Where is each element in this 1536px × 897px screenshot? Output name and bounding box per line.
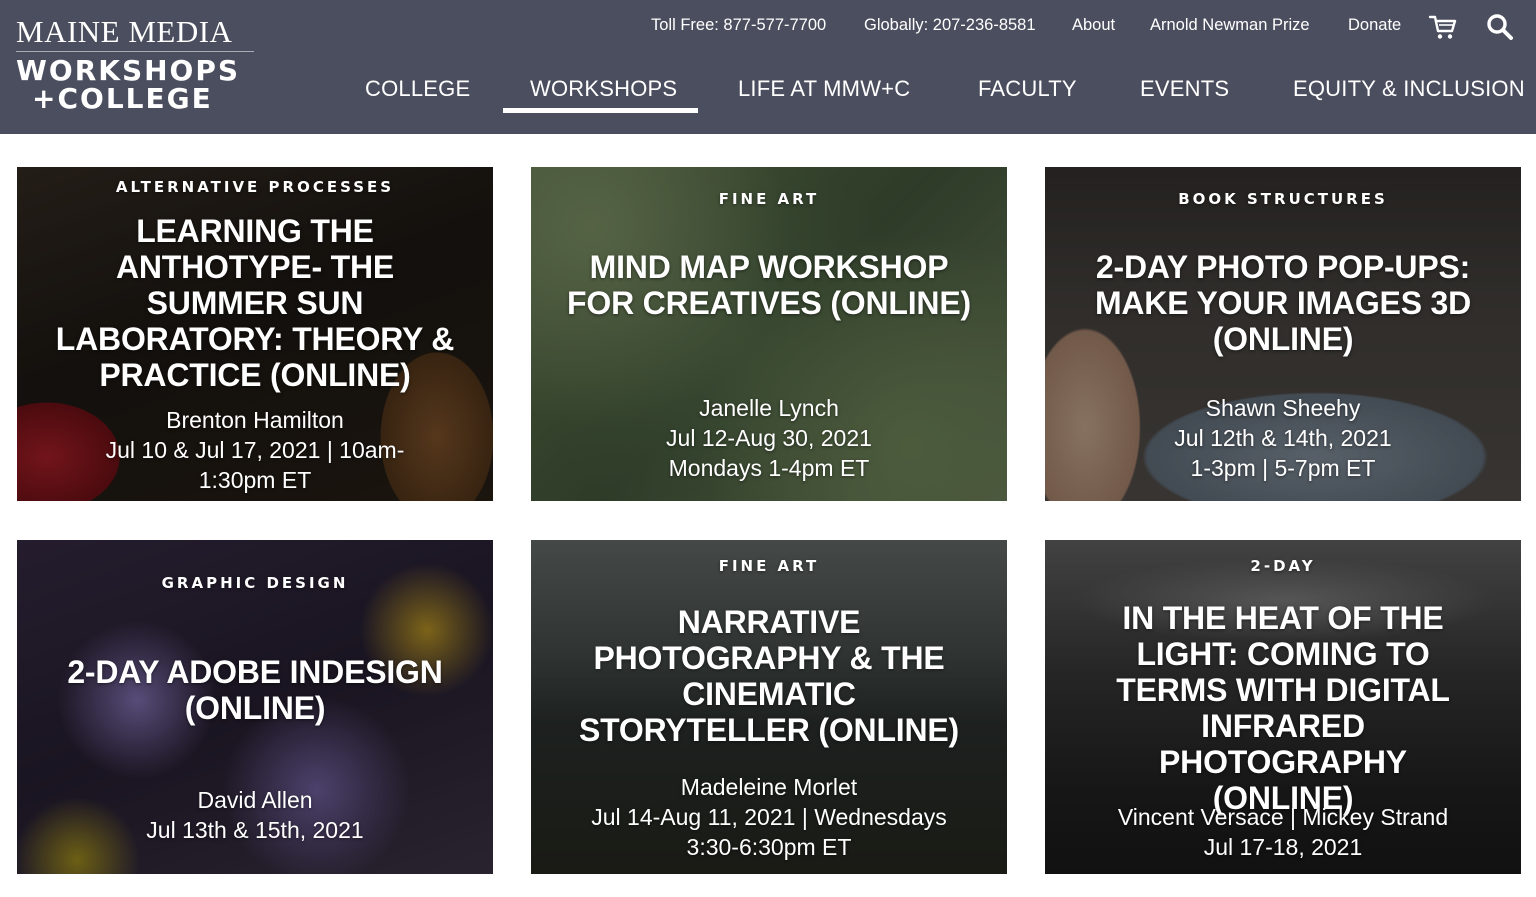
card-instructor: Madeleine Morlet: [680, 774, 858, 800]
card-category: GRAPHIC DESIGN: [161, 574, 349, 592]
card-instructor: Janelle Lynch: [699, 395, 839, 421]
nav-events[interactable]: EVENTS: [1140, 76, 1229, 106]
card-dates: Jul 12-Aug 30, 2021: [666, 425, 872, 451]
nav-college[interactable]: COLLEGE: [365, 76, 470, 106]
arnold-newman-prize-link[interactable]: Arnold Newman Prize: [1150, 16, 1310, 38]
card-instructor: Brenton Hamilton: [166, 407, 344, 433]
workshop-card-anthotype[interactable]: ALTERNATIVE PROCESSES LEARNING THE ANTHO…: [17, 167, 493, 501]
card-dates: Jul 10 & Jul 17, 2021 | 10am-1:30pm ET: [105, 437, 405, 493]
card-title: MIND MAP WORKSHOP FOR CREATIVES (ONLINE): [567, 249, 971, 321]
logo-line-maine-media: MAINE MEDIA: [16, 14, 233, 49]
site-header: MAINE MEDIA WORKSHOPS +COLLEGE Toll Free…: [0, 0, 1536, 134]
card-category: FINE ART: [718, 190, 820, 208]
workshop-card-photo-pop-ups[interactable]: BOOK STRUCTURES 2-DAY PHOTO POP-UPS: MAK…: [1045, 167, 1521, 501]
card-instructors: Vincent Versace | Mickey Strand: [1117, 804, 1449, 830]
donate-link[interactable]: Donate: [1348, 16, 1401, 38]
site-logo[interactable]: MAINE MEDIA WORKSHOPS +COLLEGE: [16, 14, 256, 115]
nav-faculty[interactable]: FACULTY: [978, 76, 1077, 106]
global-phone: Globally: 207-236-8581: [864, 16, 1036, 34]
workshop-card-narrative-photography[interactable]: FINE ART NARRATIVE PHOTOGRAPHY & THE CIN…: [531, 540, 1007, 874]
nav-equity-inclusion[interactable]: EQUITY & INCLUSION: [1293, 76, 1525, 106]
about-link[interactable]: About: [1072, 16, 1115, 38]
card-times: 1-3pm | 5-7pm ET: [1190, 455, 1376, 481]
card-title: LEARNING THE ANTHOTYPE- THE SUMMER SUN L…: [55, 213, 455, 393]
card-dates: Jul 17-18, 2021: [1203, 834, 1363, 860]
cart-icon[interactable]: [1428, 12, 1458, 42]
workshop-card-adobe-indesign[interactable]: GRAPHIC DESIGN 2-DAY ADOBE INDESIGN (ONL…: [17, 540, 493, 874]
card-instructor: David Allen: [197, 787, 313, 813]
workshop-card-mind-map[interactable]: FINE ART MIND MAP WORKSHOP FOR CREATIVES…: [531, 167, 1007, 501]
workshop-card-digital-infrared[interactable]: 2-DAY IN THE HEAT OF THE LIGHT: COMING T…: [1045, 540, 1521, 874]
toll-free-phone: Toll Free: 877-577-7700: [651, 16, 827, 34]
nav-life-at-mmwc[interactable]: LIFE AT MMW+C: [738, 76, 910, 106]
card-category: 2-DAY: [1250, 557, 1316, 575]
nav-workshops[interactable]: WORKSHOPS: [530, 76, 677, 106]
card-dates: Jul 13th & 15th, 2021: [146, 817, 364, 843]
card-dates: Jul 14-Aug 11, 2021 | Wednesdays 3:30-6:…: [591, 804, 947, 860]
card-title: 2-DAY PHOTO POP-UPS: MAKE YOUR IMAGES 3D…: [1094, 249, 1472, 357]
logo-line-college: +COLLEGE: [32, 82, 213, 115]
card-instructor: Shawn Sheehy: [1205, 395, 1361, 421]
card-category: FINE ART: [718, 557, 820, 575]
card-category: BOOK STRUCTURES: [1178, 190, 1388, 208]
nav-active-indicator: [503, 108, 698, 113]
card-times: Mondays 1-4pm ET: [668, 455, 870, 481]
logo-divider: [16, 51, 254, 52]
search-icon[interactable]: [1485, 12, 1515, 42]
card-dates: Jul 12th & 14th, 2021: [1174, 425, 1392, 451]
card-category: ALTERNATIVE PROCESSES: [115, 178, 395, 196]
card-title: IN THE HEAT OF THE LIGHT: COMING TO TERM…: [1116, 600, 1450, 816]
card-title: 2-DAY ADOBE INDESIGN (ONLINE): [67, 654, 443, 726]
card-title: NARRATIVE PHOTOGRAPHY & THE CINEMATIC ST…: [578, 604, 959, 748]
